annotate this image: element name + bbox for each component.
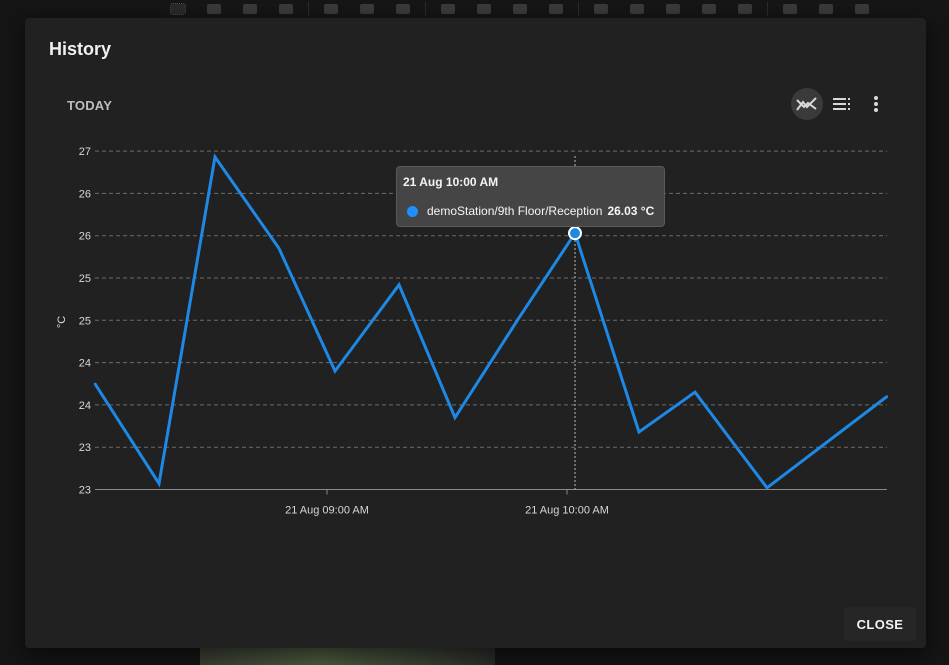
y-tick-label: 25	[79, 273, 91, 285]
tooltip-series-name: demoStation/9th Floor/Reception	[427, 204, 603, 218]
close-icon	[738, 4, 752, 14]
data-point	[213, 155, 217, 159]
data-point	[885, 395, 889, 398]
tooltip-time: 21 Aug 10:00 AM	[403, 175, 499, 189]
x-tick-label: 21 Aug 09:00 AM	[285, 505, 369, 517]
add-box-icon	[630, 4, 644, 14]
lock-icon	[819, 4, 833, 14]
data-point	[693, 391, 697, 394]
refresh-icon	[783, 4, 797, 14]
user-arrow-icon	[513, 4, 527, 14]
user-add-icon	[549, 4, 563, 14]
square-icon	[360, 4, 374, 14]
pencil-icon	[594, 4, 608, 14]
y-tick-label: 26	[79, 231, 91, 243]
grid-icon	[666, 4, 680, 14]
toolbar-separator	[425, 2, 426, 16]
data-point	[637, 430, 641, 434]
x-tick-label: 21 Aug 10:00 AM	[525, 505, 609, 517]
history-chart[interactable]: 27 26 26 25 25 24 24 23 23 °C 21 Aug 09:00 AM 21 Au…	[25, 18, 926, 578]
y-tick-label: 23	[79, 442, 91, 454]
minus-icon	[396, 4, 410, 14]
highlight-point	[568, 226, 582, 241]
history-dialog: History TODAY 27 26 26 25 25 24 24 23 23 °C 21 Aug…	[25, 18, 926, 648]
background-map	[200, 645, 495, 665]
data-point	[277, 247, 281, 250]
close-button[interactable]: CLOSE	[844, 607, 916, 641]
data-point	[93, 382, 97, 385]
select-area-icon	[170, 3, 186, 15]
tooltip-series-row: demoStation/9th Floor/Reception 26.03 °C	[407, 204, 654, 218]
y-tick-label: 24	[79, 358, 91, 370]
layers-icon	[243, 4, 257, 14]
data-point	[397, 283, 401, 286]
data-point	[333, 369, 337, 373]
data-point	[517, 316, 521, 319]
image-icon	[477, 4, 491, 14]
tooltip-value: 26.03 °C	[607, 204, 655, 218]
y-tick-label: 24	[79, 400, 91, 412]
data-point	[157, 482, 161, 485]
toolbar-separator	[308, 2, 309, 16]
download-icon	[855, 4, 869, 14]
share-icon	[324, 4, 338, 14]
y-tick-label: 27	[79, 146, 91, 158]
tooltip-marker	[407, 205, 418, 217]
data-point	[453, 416, 457, 419]
toolbar-separator	[767, 2, 768, 16]
data-point	[765, 486, 769, 490]
trash-icon	[702, 4, 716, 14]
chart-tooltip: 21 Aug 10:00 AM demoStation/9th Floor/Re…	[396, 166, 665, 227]
y-tick-label: 23	[79, 485, 91, 497]
image-icon	[207, 4, 221, 14]
link-icon	[279, 4, 293, 14]
toolbar-separator	[578, 2, 579, 16]
text-icon	[441, 4, 455, 14]
y-axis-label: °C	[56, 316, 68, 328]
y-tick-label: 25	[79, 315, 91, 327]
background-toolbar	[160, 0, 949, 18]
y-tick-label: 26	[79, 188, 91, 200]
